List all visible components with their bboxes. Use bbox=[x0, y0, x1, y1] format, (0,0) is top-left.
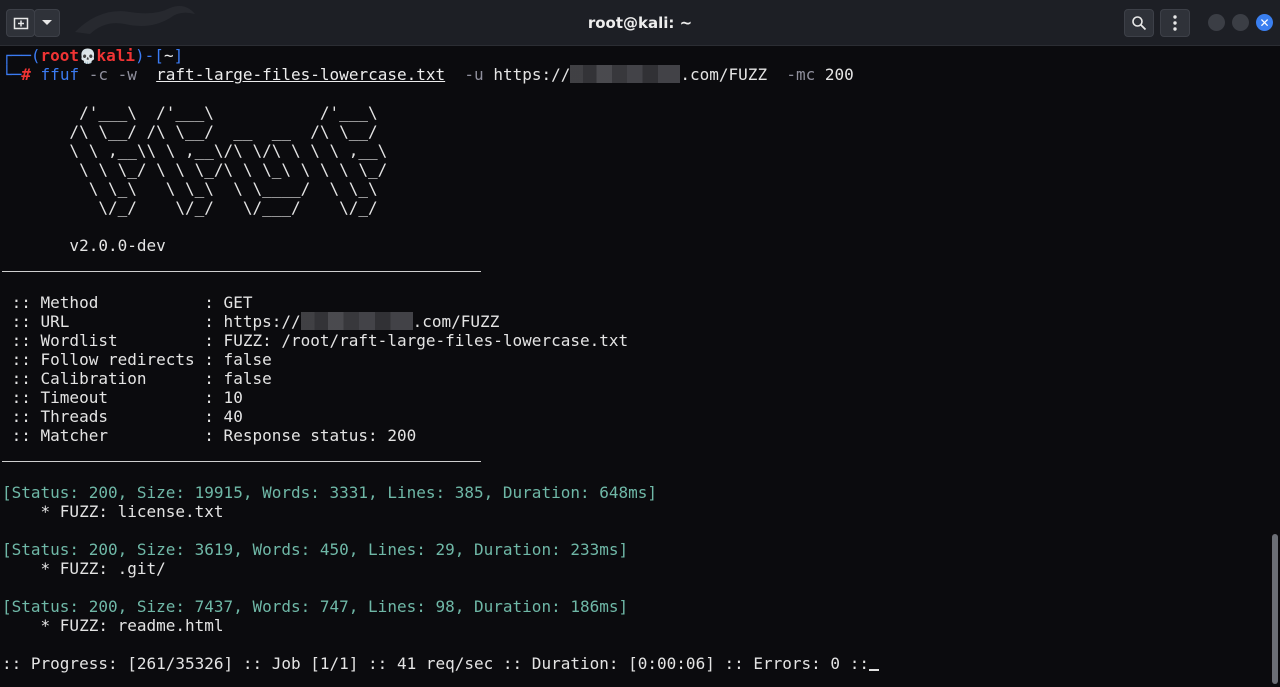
banner-art-line: \ \ \_/ \ \ \_/\ \ \_\ \ \ \ \_/ bbox=[2, 160, 446, 179]
result-status: [Status: 200, Size: 3619, Words: 450, Li… bbox=[2, 540, 629, 559]
separator bbox=[2, 271, 481, 272]
banner-art-line: /\ \__/ /\ \__/ __ __ /\ \__/ bbox=[2, 122, 446, 141]
window-title: root@kali: ~ bbox=[587, 14, 693, 32]
menu-button[interactable] bbox=[1160, 9, 1190, 37]
skull-icon: 💀 bbox=[79, 49, 97, 65]
prompt-line-1: ┌──(root💀kali)-[~] bbox=[2, 46, 184, 65]
text-cursor bbox=[868, 669, 879, 671]
minimize-button[interactable] bbox=[1208, 14, 1225, 31]
result-status: [Status: 200, Size: 7437, Words: 747, Li… bbox=[2, 597, 629, 616]
terminal-output[interactable]: ┌──(root💀kali)-[~] └─# ffuf -c -w raft-l… bbox=[0, 46, 1268, 687]
config-matcher: :: Matcher : Response status: 200 bbox=[2, 426, 417, 445]
close-button[interactable]: ✕ bbox=[1256, 14, 1273, 31]
result-fuzz: * FUZZ: readme.html bbox=[2, 616, 224, 635]
banner-art-line: \ \_\ \ \_\ \ \____/ \ \_\ bbox=[2, 179, 446, 198]
config-follow-redirects: :: Follow redirects : false bbox=[2, 350, 272, 369]
maximize-button[interactable] bbox=[1232, 14, 1249, 31]
config-method: :: Method : GET bbox=[2, 293, 253, 312]
config-url: :: URL : https://.com/FUZZ bbox=[2, 312, 500, 331]
command-line: └─# ffuf -c -w raft-large-files-lowercas… bbox=[2, 65, 854, 84]
banner-art-line: /'___\ /'___\ /'___\ bbox=[2, 103, 446, 122]
progress-line: :: Progress: [261/35326] :: Job [1/1] ::… bbox=[2, 654, 879, 673]
title-bar: root@kali: ~ ✕ bbox=[0, 0, 1280, 46]
result-fuzz: * FUZZ: license.txt bbox=[2, 502, 224, 521]
banner-art-line: \ \ ,__\\ \ ,__\/\ \/\ \ \ \ ,__\ bbox=[2, 141, 446, 160]
config-timeout: :: Timeout : 10 bbox=[2, 388, 243, 407]
config-wordlist: :: Wordlist : FUZZ: /root/raft-large-fil… bbox=[2, 331, 629, 350]
result-fuzz: * FUZZ: .git/ bbox=[2, 559, 166, 578]
scrollbar[interactable] bbox=[1270, 46, 1280, 687]
redacted-domain bbox=[300, 312, 413, 330]
banner-art-line: \/_/ \/_/ \/___/ \/_/ bbox=[2, 198, 446, 217]
kebab-menu-icon bbox=[1173, 15, 1177, 31]
config-calibration: :: Calibration : false bbox=[2, 369, 272, 388]
config-threads: :: Threads : 40 bbox=[2, 407, 243, 426]
search-icon bbox=[1132, 16, 1147, 31]
separator bbox=[2, 461, 481, 462]
result-status: [Status: 200, Size: 19915, Words: 3331, … bbox=[2, 483, 658, 502]
close-icon: ✕ bbox=[1259, 15, 1270, 30]
scrollbar-thumb[interactable] bbox=[1272, 534, 1278, 684]
search-button[interactable] bbox=[1124, 9, 1154, 37]
version-line: v2.0.0-dev bbox=[2, 236, 166, 255]
redacted-domain bbox=[570, 65, 681, 83]
